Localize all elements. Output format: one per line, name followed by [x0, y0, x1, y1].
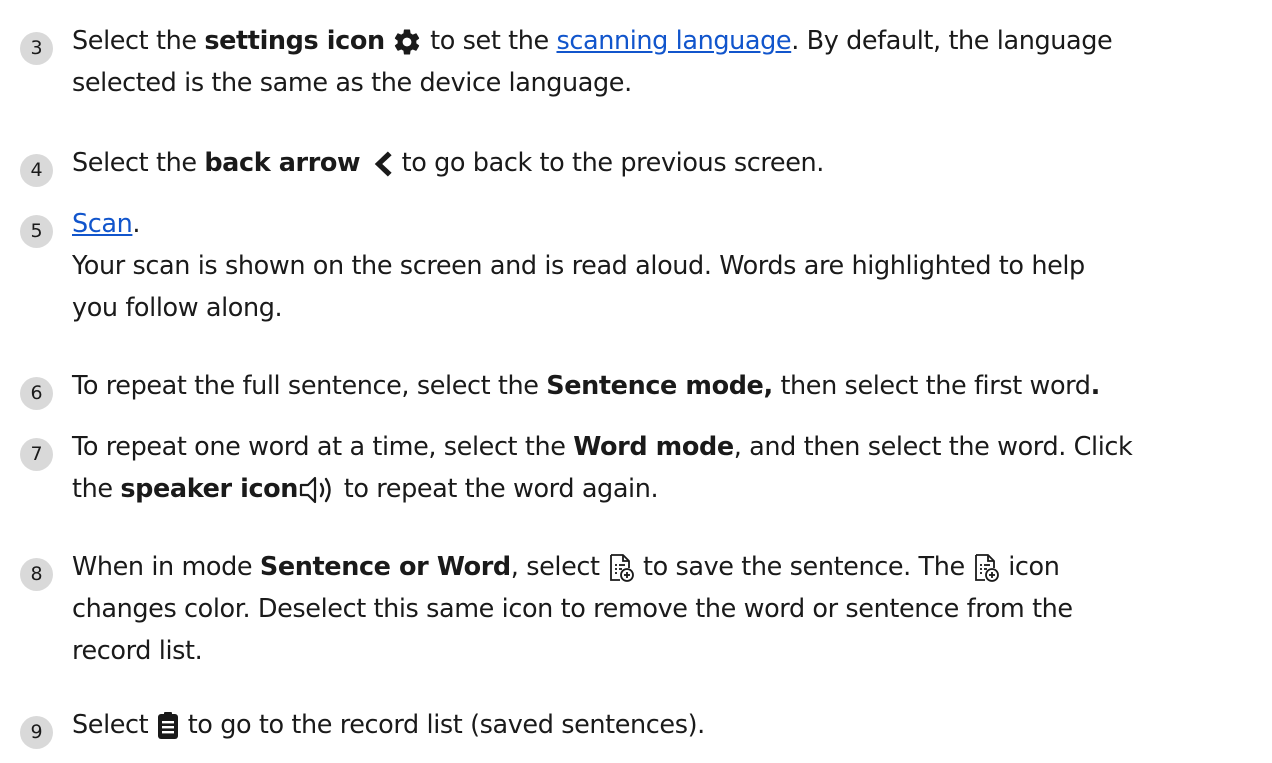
save-sentence-icon [972, 553, 1000, 583]
step-6-text: To repeat the full sentence, select the … [72, 365, 1262, 407]
step-number-badge: 6 [20, 377, 53, 410]
step-number-badge: 8 [20, 558, 53, 591]
step-7-line-2: the speaker icon to repeat the word agai… [72, 468, 1262, 510]
step-7-line-1: To repeat one word at a time, select the… [72, 432, 1133, 462]
step-8-line-2: changes color. Deselect this same icon t… [72, 594, 1073, 624]
step-9-text: Select to go to the record list (saved s… [72, 704, 1262, 746]
save-sentence-icon [607, 553, 635, 583]
speaker-icon [298, 473, 336, 507]
step-3-line-2: selected is the same as the device langu… [72, 68, 632, 98]
step-number-badge: 3 [20, 32, 53, 65]
scanning-language-link[interactable]: scanning language [556, 26, 791, 56]
gear-icon [392, 27, 422, 57]
step-8-line-3: record list. [72, 636, 203, 666]
step-7-text: To repeat one word at a time, select the… [72, 426, 1262, 510]
scan-link[interactable]: Scan [72, 209, 133, 239]
step-3-text: Select the settings icon to set the scan… [72, 20, 1262, 104]
step-number-badge: 5 [20, 215, 53, 248]
step-5-line-3: you follow along. [72, 293, 283, 323]
step-3-line-1: Select the settings icon to set the scan… [72, 26, 1113, 57]
step-8-text: When in mode Sentence or Word, select to… [72, 546, 1262, 672]
step-9-line-1: Select to go to the record list (saved s… [72, 710, 705, 741]
step-5-text: Scan. Your scan is shown on the screen a… [72, 203, 1262, 329]
step-number-badge: 9 [20, 716, 53, 749]
step-5-line-1: Scan. [72, 209, 141, 239]
step-4-text: Select the back arrow to go back to the … [72, 142, 1262, 184]
back-arrow-icon [368, 149, 394, 179]
step-4-line-1: Select the back arrow to go back to the … [72, 148, 824, 179]
step-5-line-2: Your scan is shown on the screen and is … [72, 251, 1085, 281]
step-6-line-1: To repeat the full sentence, select the … [72, 371, 1100, 401]
record-list-icon [156, 711, 180, 741]
step-number-badge: 7 [20, 438, 53, 471]
step-number-badge: 4 [20, 154, 53, 187]
step-8-line-1: When in mode Sentence or Word, select to… [72, 552, 1060, 583]
